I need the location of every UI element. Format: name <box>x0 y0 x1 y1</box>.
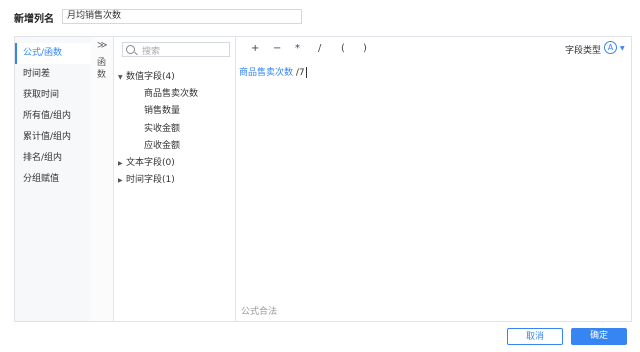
text-cursor <box>305 67 307 78</box>
search-placeholder: 搜索 <box>142 47 161 57</box>
search-icon <box>126 45 135 54</box>
operator-open-paren-button[interactable]: ( <box>341 43 345 54</box>
caret-down-icon: ▼ <box>118 74 123 81</box>
expand-chevrons-icon[interactable]: ≫ <box>97 40 107 51</box>
operator-plus-button[interactable]: + <box>251 43 259 54</box>
column-name-label: 新增列名 <box>14 14 54 25</box>
function-category-nav: 公式/函数 时间差 获取时间 所有值/组内 累计值/组内 排名/组内 分组赋值 <box>15 37 91 321</box>
tree-field-item[interactable]: 应收金额 <box>144 138 180 151</box>
column-name-input[interactable]: 月均销售次数 <box>62 9 302 24</box>
tree-group-label: 数值字段(4) <box>126 72 175 82</box>
confirm-button[interactable]: 确定 <box>571 328 627 345</box>
chevron-down-icon[interactable]: ▼ <box>620 45 625 52</box>
caret-right-icon: ▶ <box>118 160 123 167</box>
function-panel-label: 函数 <box>97 58 107 80</box>
tree-group-numeric[interactable]: ▼ 数值字段(4) <box>118 69 175 82</box>
field-type-label: 字段类型 <box>565 46 602 56</box>
operator-divide-button[interactable]: / <box>318 43 321 54</box>
nav-item-group-assign[interactable]: 分组赋值 <box>15 169 91 190</box>
tree-field-item[interactable]: 实收金额 <box>144 121 180 134</box>
operator-multiply-button[interactable]: * <box>295 43 300 54</box>
formula-panel: 公式/函数 时间差 获取时间 所有值/组内 累计值/组内 排名/组内 分组赋值 … <box>14 36 632 322</box>
caret-right-icon: ▶ <box>118 177 123 184</box>
tree-group-text[interactable]: ▶ 文本字段(0) <box>118 155 175 168</box>
field-tree: 搜索 ▼ 数值字段(4) 商品售卖次数 销售数量 实收金额 应收金额 ▶ 文本字段(… <box>114 37 236 321</box>
field-type-text-icon[interactable]: A <box>604 41 617 54</box>
formula-text: /7 <box>295 68 305 78</box>
field-search-input[interactable]: 搜索 <box>122 42 230 57</box>
tree-group-label: 文本字段(0) <box>126 158 175 168</box>
nav-item-cumulative-in-group[interactable]: 累计值/组内 <box>15 127 91 148</box>
nav-item-get-time[interactable]: 获取时间 <box>15 85 91 106</box>
tree-group-time[interactable]: ▶ 时间字段(1) <box>118 172 175 185</box>
formula-valid-hint: 公式合法 <box>241 307 278 317</box>
cancel-button[interactable]: 取消 <box>507 328 563 345</box>
formula-content[interactable]: 商品售卖次数 /7 <box>239 65 307 78</box>
operator-minus-button[interactable]: − <box>273 43 281 54</box>
function-panel-collapsed[interactable]: ≫ 函数 <box>91 37 114 321</box>
nav-item-rank-in-group[interactable]: 排名/组内 <box>15 148 91 169</box>
formula-editor[interactable]: + − * / ( ) 字段类型 A ▼ 商品售卖次数 /7 公式合法 <box>235 37 631 321</box>
nav-item-all-values-in-group[interactable]: 所有值/组内 <box>15 106 91 127</box>
tree-field-item[interactable]: 销售数量 <box>144 103 180 116</box>
formula-field-token[interactable]: 商品售卖次数 <box>239 68 293 78</box>
nav-item-formula-function[interactable]: 公式/函数 <box>15 43 91 64</box>
tree-field-item[interactable]: 商品售卖次数 <box>144 86 198 99</box>
nav-item-time-diff[interactable]: 时间差 <box>15 64 91 85</box>
tree-group-label: 时间字段(1) <box>126 175 175 185</box>
operator-close-paren-button[interactable]: ) <box>363 43 367 54</box>
